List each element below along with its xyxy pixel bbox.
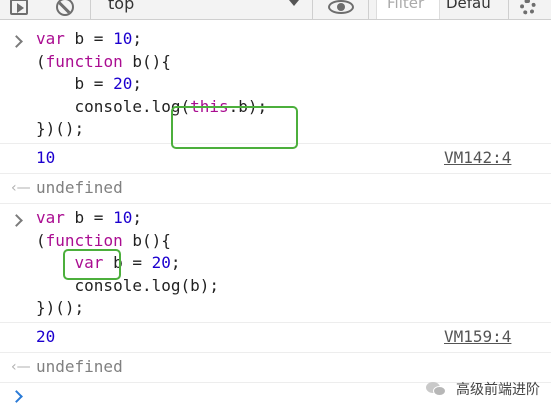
toolbar-divider xyxy=(312,0,313,19)
log-levels-select[interactable]: Defau xyxy=(446,0,496,12)
console-log-entry: 10 VM142:4 xyxy=(0,146,551,174)
code-number: 10 xyxy=(113,208,133,227)
return-value: undefined xyxy=(36,178,123,197)
code-text: })(); xyxy=(36,119,85,138)
toolbar-divider xyxy=(368,0,369,19)
code-text: ; xyxy=(132,29,142,48)
chevron-down-icon xyxy=(289,0,299,6)
highlight-box-this-b xyxy=(171,106,298,149)
console-log-entry: 20 VM159:4 xyxy=(0,325,551,353)
code-text: b(){ xyxy=(122,230,171,250)
clear-console-icon[interactable] xyxy=(56,0,78,18)
return-arrow-icon: ‹— xyxy=(11,359,31,375)
code-text: b = xyxy=(64,29,114,48)
input-prompt-chevron-icon xyxy=(12,216,22,226)
code-text: ( xyxy=(36,51,46,71)
context-select-value: top xyxy=(108,0,135,13)
toolbar-divider xyxy=(90,0,91,19)
code-line: var b = 10; xyxy=(36,28,267,51)
code-line: })(); xyxy=(36,297,219,320)
code-text: ( xyxy=(36,230,46,250)
code-text: b = xyxy=(36,74,114,93)
filter-placeholder: Filter xyxy=(387,0,425,12)
code-text: ; xyxy=(170,253,181,272)
toggle-sidebar-icon[interactable] xyxy=(10,0,34,18)
code-text: })(); xyxy=(36,298,85,317)
code-number: 10 xyxy=(113,29,133,48)
highlight-box-var-b xyxy=(63,249,121,280)
code-text: console.log( xyxy=(36,96,191,116)
code-keyword: var xyxy=(36,208,65,227)
code-text: b(){ xyxy=(122,51,171,71)
code-keyword: var xyxy=(36,29,65,48)
source-link[interactable]: VM142:4 xyxy=(444,148,511,167)
wechat-icon xyxy=(426,381,448,397)
context-select[interactable]: top xyxy=(96,0,306,19)
return-arrow-icon: ‹— xyxy=(11,180,31,196)
gear-icon[interactable] xyxy=(520,0,542,18)
log-output-value: 10 xyxy=(36,148,56,167)
toolbar-divider xyxy=(508,0,509,19)
return-value: undefined xyxy=(36,357,123,376)
live-expression-eye-icon[interactable] xyxy=(328,0,356,18)
input-prompt-chevron-icon xyxy=(12,37,22,47)
filter-input[interactable]: Filter xyxy=(376,0,440,19)
code-text: ; xyxy=(132,74,142,93)
code-line: b = 20; xyxy=(36,73,267,96)
console-toolbar: top Filter Defau xyxy=(0,0,551,20)
code-number: 20 xyxy=(113,74,133,93)
watermark-text: 高级前端进阶 xyxy=(456,382,540,398)
log-output-value: 20 xyxy=(36,327,56,346)
code-keyword: function xyxy=(45,51,123,71)
code-text: b = xyxy=(64,208,114,227)
code-line: var b = 10; xyxy=(36,207,219,230)
source-link[interactable]: VM159:4 xyxy=(444,327,511,346)
active-prompt-chevron-icon[interactable] xyxy=(12,392,22,402)
code-text: ; xyxy=(132,208,142,227)
console-result-entry: ‹— undefined xyxy=(0,176,551,204)
code-line: (function b(){ xyxy=(36,51,267,74)
code-number: 20 xyxy=(151,253,171,272)
code-keyword: function xyxy=(45,230,123,250)
watermark: 高级前端进阶 xyxy=(426,378,540,400)
code-line: (function b(){ xyxy=(36,230,219,253)
